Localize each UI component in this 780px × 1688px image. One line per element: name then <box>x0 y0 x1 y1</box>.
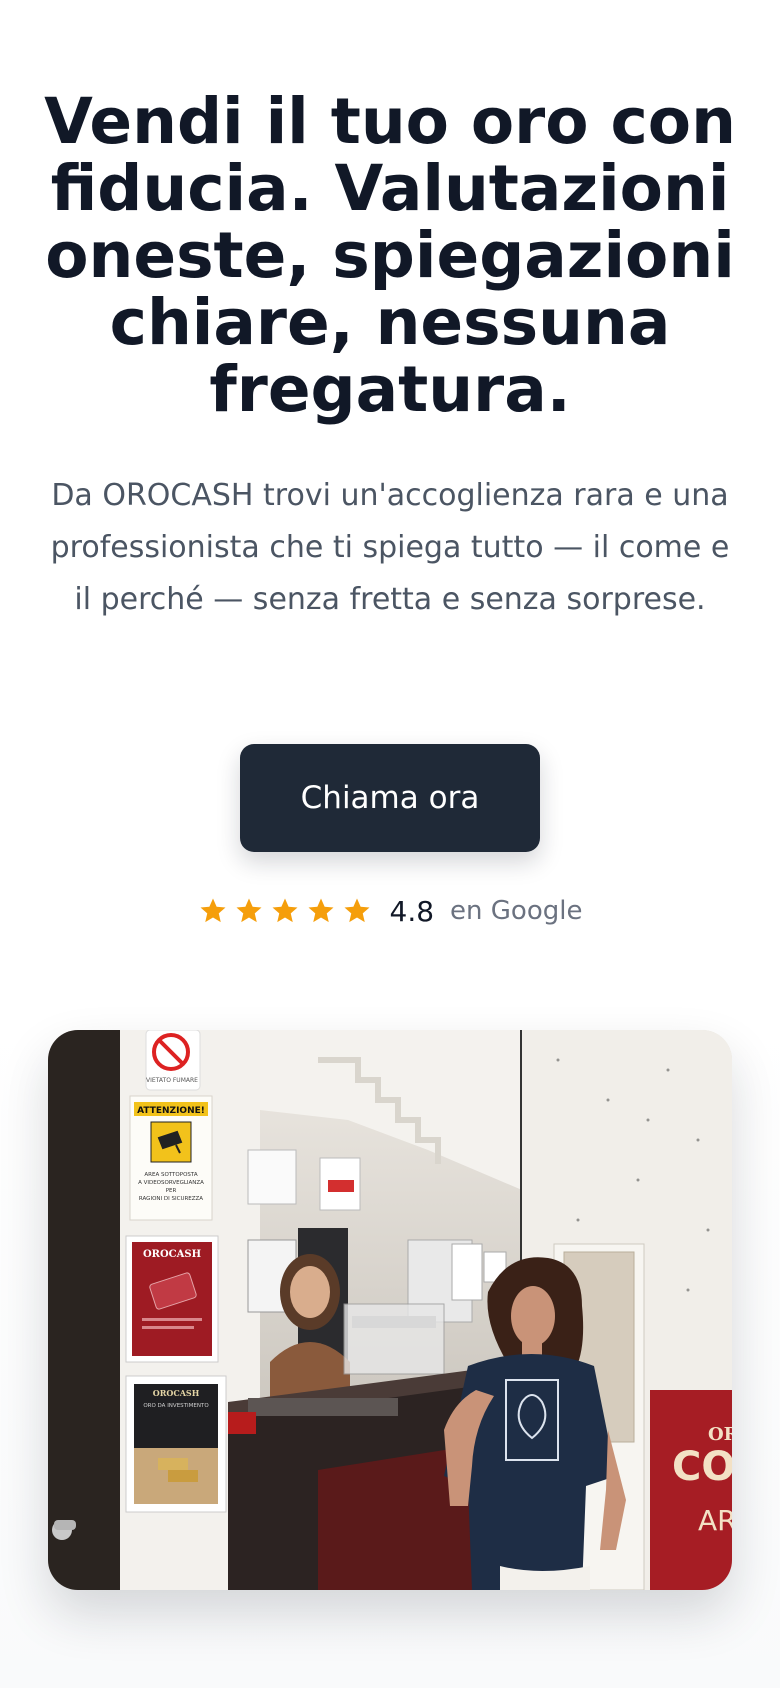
star-icon <box>272 898 298 923</box>
poster-brand: OROCASH <box>143 1249 201 1260</box>
poster2-text: ORO DA INVESTIMENTO <box>143 1403 209 1409</box>
hero-title: Vendi il tuo oro con fiducia. Valutazion… <box>44 85 736 426</box>
svg-text:AR: AR <box>698 1504 732 1537</box>
rating-value: 4.8 <box>389 894 435 928</box>
hero-subtitle: Da OROCASH trovi un'accoglienza rara e u… <box>50 478 730 617</box>
star-icon <box>236 898 262 923</box>
star-icon <box>308 898 334 923</box>
star-icon <box>200 898 226 923</box>
svg-text:RAGIONI DI SICUREZZA: RAGIONI DI SICUREZZA <box>139 1196 203 1202</box>
svg-text:AREA SOTTOPOSTA: AREA SOTTOPOSTA <box>144 1172 197 1178</box>
shop-interior-illustration: VIETATO FUMARE ATTENZIONE! AREA SOTTOPOS… <box>48 1030 732 1590</box>
call-now-button[interactable]: Chiama ora <box>240 744 540 852</box>
svg-text:CON: CON <box>672 1444 732 1490</box>
svg-text:PER: PER <box>166 1188 177 1194</box>
shop-photo: VIETATO FUMARE ATTENZIONE! AREA SOTTOPOS… <box>48 1030 732 1590</box>
poster2-brand: OROCASH <box>153 1388 200 1398</box>
svg-text:A VIDEOSORVEGLIANZA: A VIDEOSORVEGLIANZA <box>138 1180 204 1186</box>
no-smoking-sign: VIETATO FUMARE <box>146 1077 198 1084</box>
attention-sign: ATTENZIONE! <box>137 1106 205 1116</box>
landing-page: Vendi il tuo oro con fiducia. Valutazion… <box>0 0 780 1688</box>
google-rating: 4.8 en Google <box>0 888 780 934</box>
right-sign: ORO <box>708 1424 732 1445</box>
rating-source: en Google <box>450 896 583 926</box>
rating-stars <box>198 896 372 926</box>
star-icon <box>344 898 370 923</box>
